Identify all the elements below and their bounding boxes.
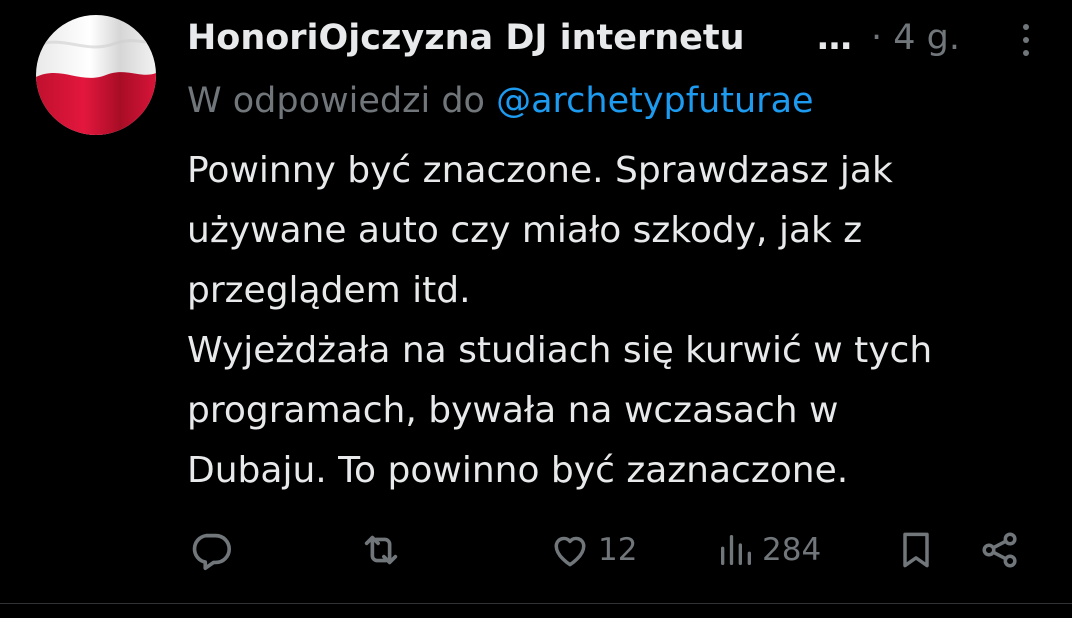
share-button[interactable] (978, 520, 1022, 580)
reply-icon (192, 533, 232, 571)
like-count: 12 (598, 532, 638, 568)
tweet-header: HonoriOjczyzna DJ internetu … · 4 g. (187, 12, 1072, 64)
polish-flag-avatar-icon (36, 15, 156, 135)
bookmark-button[interactable] (894, 520, 938, 580)
action-bar: 12 284 (0, 520, 1072, 580)
reply-button[interactable] (188, 520, 234, 580)
views-count: 284 (762, 532, 822, 568)
tweet-text-line: Wyjeżdżała na studiach się kurwić w tych (187, 330, 933, 371)
reply-context: W odpowiedzi do @archetypfuturae (187, 76, 814, 126)
divider (0, 603, 1072, 604)
tweet-text: Powinny być znaczone. Sprawdzasz jak uży… (187, 141, 1057, 501)
heart-icon (554, 536, 586, 567)
retweet-button[interactable] (358, 520, 404, 580)
tweet[interactable]: HonoriOjczyzna DJ internetu … · 4 g. W o… (0, 0, 1072, 604)
tweet-text-line: przeglądem itd. (187, 270, 471, 311)
tweet-text-line: Dubaju. To powinno być zaznaczone. (187, 450, 849, 491)
share-icon (982, 532, 1017, 568)
reply-prefix: W odpowiedzi do (187, 81, 485, 121)
like-button[interactable]: 12 (548, 520, 637, 580)
tweet-text-line: programach, bywała na wczasach w (187, 390, 839, 431)
timestamp[interactable]: · 4 g. (871, 12, 960, 64)
bookmark-icon (903, 532, 929, 568)
tweet-text-line: używane auto czy miało szkody, jak z (187, 210, 863, 251)
reply-handle-link[interactable]: @archetypfuturae (496, 81, 813, 121)
more-options-icon[interactable] (1020, 24, 1032, 68)
tweet-text-line: Powinny być znaczone. Sprawdzasz jak (187, 150, 893, 191)
retweet-icon (364, 535, 398, 565)
views-button[interactable]: 284 (716, 520, 821, 580)
views-icon (721, 535, 751, 565)
avatar[interactable] (36, 15, 156, 135)
author-name[interactable]: HonoriOjczyzna DJ internetu (187, 12, 745, 64)
name-ellipsis: … (817, 18, 852, 58)
